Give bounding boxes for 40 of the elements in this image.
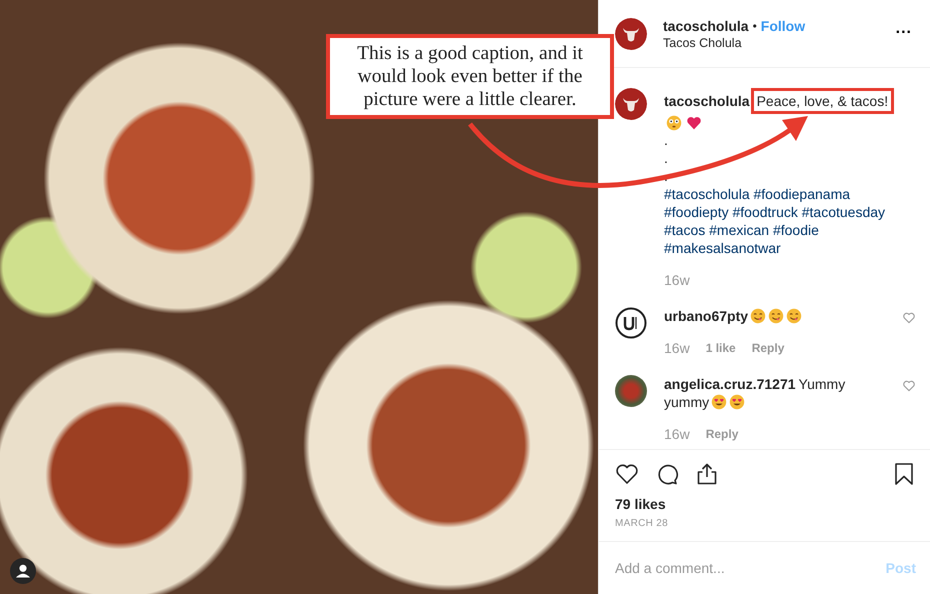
logo-avatar-icon[interactable] <box>615 307 647 339</box>
comment-username[interactable]: angelica.cruz.71271 <box>664 375 796 393</box>
caption-text: Peace, love, & tacos! <box>750 88 894 114</box>
bull-avatar-icon[interactable] <box>615 88 647 120</box>
hashtag-line[interactable]: #tacos #mexican #foodie <box>664 221 916 239</box>
bookmark-icon[interactable] <box>892 462 916 486</box>
location-subtitle[interactable]: Tacos Cholula <box>663 36 876 50</box>
separator-dot: • <box>752 19 757 33</box>
like-heart-icon[interactable] <box>902 311 916 325</box>
hashtag-line[interactable]: #tacoscholula #foodiepanama <box>664 185 916 203</box>
smiling-face-icon <box>750 308 766 324</box>
smiling-face-icon <box>768 308 784 324</box>
heart-eyes-face-icon <box>729 394 746 410</box>
share-icon[interactable] <box>695 462 719 486</box>
dot-text: . <box>664 131 669 149</box>
comment-time: 16w <box>664 425 690 443</box>
like-heart-icon[interactable] <box>902 379 916 393</box>
username[interactable]: tacoscholula <box>663 18 749 34</box>
user-tag-icon[interactable] <box>10 558 36 584</box>
post-date: MARCH 28 <box>615 518 669 529</box>
smiling-face-icon <box>786 308 802 324</box>
comment-text: yummy <box>664 393 710 411</box>
comment-username[interactable]: tacoscholula <box>664 92 750 110</box>
more-options-button[interactable]: ... <box>892 20 916 38</box>
bull-avatar-icon[interactable] <box>615 18 647 50</box>
flushed-face-icon <box>666 115 682 131</box>
comment-username[interactable]: urbano67pty <box>664 307 748 325</box>
dot-text: . <box>664 167 669 185</box>
dot-text: . <box>664 149 669 167</box>
annotation-callout: This is a good caption, and it would look even better if the picture were a little clearer. <box>326 34 614 119</box>
comment-time: 16w <box>664 339 690 357</box>
comment-text: Yummy <box>798 375 846 393</box>
hashtag-line[interactable]: #foodiepty #foodtruck #tacotuesday <box>664 203 916 221</box>
post-time: 16w <box>664 271 690 289</box>
hashtag-line[interactable]: #makesalsanotwar <box>664 239 916 257</box>
heart-emoji-icon <box>686 115 702 131</box>
like-icon[interactable] <box>615 462 639 486</box>
heart-eyes-face-icon <box>711 394 728 410</box>
likes-count[interactable]: 79 likes <box>615 496 916 512</box>
avatar-photo[interactable] <box>615 375 647 407</box>
